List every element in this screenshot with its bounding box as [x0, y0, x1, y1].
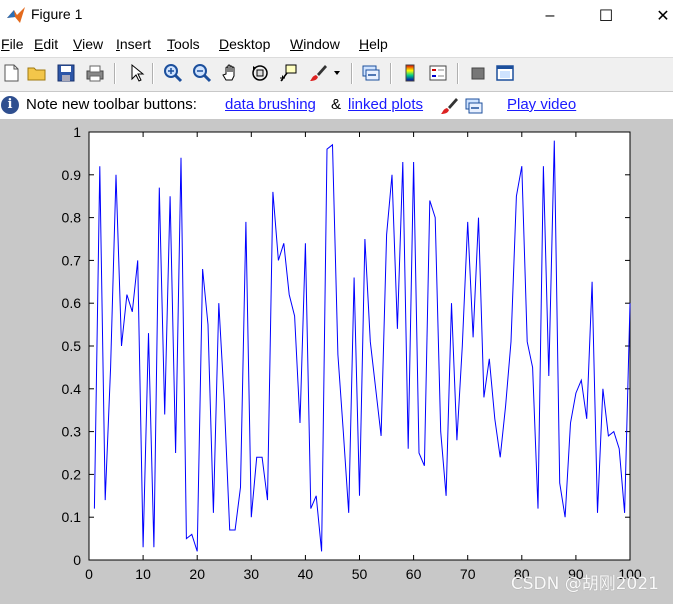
- pan-hand-icon: [222, 64, 235, 81]
- print-icon: [86, 65, 104, 82]
- menu-tools[interactable]: Tools: [167, 36, 200, 52]
- info-icon: i: [1, 96, 19, 114]
- y-tick-label: 0: [73, 552, 81, 568]
- link-plot-icon: [465, 98, 483, 114]
- brush-icon: [441, 98, 458, 114]
- insert-legend-button[interactable]: [427, 62, 449, 84]
- save-icon: [57, 64, 75, 82]
- new-figure-button[interactable]: [0, 62, 22, 84]
- insert-legend-icon: [429, 65, 447, 81]
- menu-desktop[interactable]: Desktop: [219, 36, 270, 52]
- new-figure-icon: [4, 64, 19, 82]
- brush-dropdown-button[interactable]: [331, 62, 343, 84]
- brush-button[interactable]: [307, 62, 329, 84]
- x-tick-label: 20: [189, 566, 205, 582]
- info-ampersand: &: [331, 96, 342, 113]
- play-video-link[interactable]: Play video: [507, 96, 576, 113]
- info-note-text: Note new toolbar buttons:: [26, 96, 197, 113]
- y-tick-label: 0.2: [62, 466, 82, 482]
- data-cursor-icon: [280, 64, 297, 82]
- toolbar-separator: [152, 63, 154, 84]
- pan-button[interactable]: [220, 62, 242, 84]
- print-button[interactable]: [84, 62, 106, 84]
- toolbar-separator: [351, 63, 353, 84]
- window-title: Figure 1: [31, 6, 83, 22]
- maximize-button[interactable]: ☐: [583, 0, 629, 31]
- minimize-button[interactable]: –: [527, 0, 573, 31]
- title-bar: Figure 1 – ☐ ✕: [0, 0, 673, 31]
- zoom-out-button[interactable]: [191, 62, 213, 84]
- hide-plot-tools-icon: [471, 67, 485, 80]
- brush-dropdown-icon: [334, 71, 340, 75]
- rotate-3d-icon: [252, 65, 268, 81]
- toolbar-separator: [114, 63, 116, 84]
- menu-insert[interactable]: Insert: [116, 36, 151, 52]
- matlab-logo-icon: [7, 7, 25, 23]
- open-file-button[interactable]: [26, 62, 48, 84]
- zoom-in-icon: [164, 64, 183, 83]
- link-plot-button[interactable]: [360, 62, 382, 84]
- y-tick-label: 1: [73, 124, 81, 140]
- line-plot: 0 10 20 30 40 50 60 70 80 90 100 00.10.20.30.40.50…: [62, 124, 642, 582]
- minimize-icon: –: [545, 6, 555, 24]
- rotate-3d-button[interactable]: [249, 62, 271, 84]
- y-tick-label: 0.3: [62, 424, 82, 440]
- y-tick-label: 0.6: [62, 295, 82, 311]
- link-plot-icon: [362, 65, 380, 81]
- toolbar: [0, 57, 673, 92]
- save-button[interactable]: [55, 62, 77, 84]
- show-plot-tools-button[interactable]: [494, 62, 516, 84]
- zoom-out-icon: [193, 64, 212, 83]
- y-tick-label: 0.7: [62, 252, 82, 268]
- brush-icon: [310, 65, 327, 81]
- info-bar: i Note new toolbar buttons: data brushin…: [0, 92, 673, 119]
- x-tick-label: 70: [460, 566, 476, 582]
- y-tick-label: 0.9: [62, 167, 82, 183]
- x-tick-label: 0: [85, 566, 93, 582]
- watermark-text: CSDN @胡刚2021: [510, 574, 659, 594]
- y-tick-label: 0.5: [62, 338, 82, 354]
- y-tick-label: 0.8: [62, 210, 82, 226]
- insert-colorbar-button[interactable]: [399, 62, 421, 84]
- hide-plot-tools-button[interactable]: [467, 62, 489, 84]
- menu-bar: File Edit View Insert Tools Desktop Wind…: [0, 33, 673, 57]
- open-file-icon: [27, 67, 46, 81]
- close-button[interactable]: ✕: [640, 0, 673, 31]
- edit-plot-button[interactable]: [125, 62, 147, 84]
- toolbar-separator: [390, 63, 392, 84]
- menu-help[interactable]: Help: [359, 36, 388, 52]
- y-tick-labels: 0 0.1 0.2 0.3 0.4 0.5 0.6 0.7 0.8 0.9 1: [62, 124, 82, 568]
- x-tick-label: 10: [135, 566, 151, 582]
- menu-file[interactable]: File: [1, 36, 24, 52]
- x-tick-label: 30: [244, 566, 260, 582]
- x-tick-label: 50: [352, 566, 368, 582]
- x-tick-label: 60: [406, 566, 422, 582]
- close-icon: ✕: [656, 7, 670, 25]
- show-plot-tools-icon: [496, 65, 514, 81]
- menu-view[interactable]: View: [73, 36, 103, 52]
- menu-window[interactable]: Window: [290, 36, 340, 52]
- y-tick-label: 0.1: [62, 509, 82, 525]
- data-brushing-link[interactable]: data brushing: [225, 96, 316, 113]
- edit-plot-arrow-icon: [131, 63, 145, 82]
- y-tick-label: 0.4: [62, 381, 82, 397]
- data-cursor-button[interactable]: [277, 62, 299, 84]
- figure-canvas: 0 10 20 30 40 50 60 70 80 90 100 0 0.1 0.2 0.3 0.4 0.5 0…: [0, 119, 673, 604]
- maximize-icon: ☐: [598, 7, 614, 25]
- toolbar-separator: [457, 63, 459, 84]
- insert-colorbar-icon: [405, 64, 415, 82]
- x-tick-label: 40: [298, 566, 314, 582]
- menu-edit[interactable]: Edit: [34, 36, 58, 52]
- linked-plots-link[interactable]: linked plots: [348, 96, 423, 113]
- zoom-in-button[interactable]: [162, 62, 184, 84]
